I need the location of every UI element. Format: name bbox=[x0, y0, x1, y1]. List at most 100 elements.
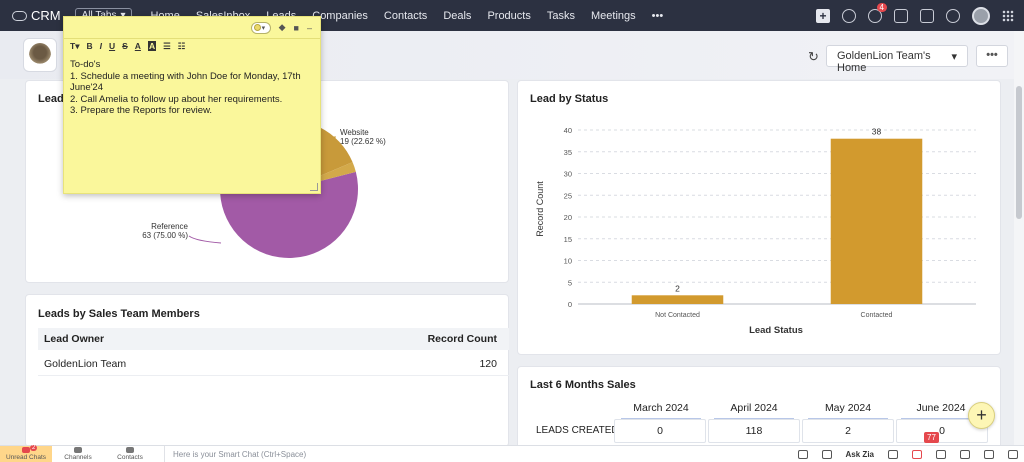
italic-button[interactable]: I bbox=[100, 41, 102, 51]
y-tick-label: 15 bbox=[564, 235, 572, 244]
last-6-months-title: Last 6 Months Sales bbox=[530, 379, 636, 391]
nav-link-meetings[interactable]: Meetings bbox=[583, 10, 644, 22]
bullet-list-button[interactable]: ☰ bbox=[163, 41, 171, 52]
zia-icon[interactable] bbox=[936, 450, 946, 459]
nav-link-products[interactable]: Products bbox=[479, 10, 538, 22]
leads-created-label: LEADS CREATED bbox=[536, 425, 619, 436]
leads-by-sales-team-title: Leads by Sales Team Members bbox=[38, 308, 200, 320]
alarm-clock-icon[interactable] bbox=[960, 450, 970, 459]
chevron-down-icon: ▾ bbox=[261, 24, 266, 32]
add-widget-button[interactable]: + bbox=[968, 402, 995, 429]
highlight-button[interactable]: A bbox=[147, 41, 157, 51]
page-scrollbar[interactable] bbox=[1014, 31, 1024, 445]
screen-share-icon[interactable] bbox=[797, 450, 808, 459]
feedback-icon[interactable] bbox=[888, 450, 898, 459]
bar-value-label: 38 bbox=[872, 127, 882, 137]
column-header-record-count[interactable]: Record Count bbox=[428, 333, 497, 345]
x-tick-label: Contacted bbox=[861, 312, 893, 319]
numbered-list-button[interactable]: ☷ bbox=[178, 41, 186, 52]
note-item: 2. Call Amelia to follow up about her re… bbox=[70, 93, 283, 105]
sticky-note-body[interactable]: To-do's 1. Schedule a meeting with John … bbox=[64, 53, 320, 123]
home-view-select[interactable]: GoldenLion Team's Home ▾ bbox=[826, 45, 968, 74]
nav-more-button[interactable]: ••• bbox=[644, 10, 672, 22]
refresh-icon[interactable]: ↻ bbox=[808, 49, 819, 65]
nav-link-contacts[interactable]: Contacts bbox=[376, 10, 435, 22]
website-label: Website bbox=[340, 128, 369, 137]
tree-logo-icon bbox=[29, 43, 51, 67]
note-color-picker[interactable]: ▾ bbox=[250, 21, 271, 34]
brand-label: CRM bbox=[31, 8, 61, 23]
y-tick-label: 40 bbox=[564, 126, 572, 135]
record-count-cell: 120 bbox=[479, 357, 497, 370]
crm-logo-icon bbox=[12, 10, 27, 21]
y-tick-label: 0 bbox=[568, 300, 572, 309]
minimize-icon[interactable]: – bbox=[307, 23, 312, 33]
bottom-chat-bar: Unread Chats 2 Channels Contacts Here is… bbox=[0, 444, 1024, 462]
note-item: 1. Schedule a meeting with John Doe for … bbox=[70, 70, 301, 94]
ask-zia-button[interactable]: Ask Zia bbox=[846, 450, 874, 459]
pin-icon[interactable]: ◆ bbox=[279, 22, 286, 33]
x-tick-label: Not Contacted bbox=[655, 312, 700, 319]
search-icon[interactable] bbox=[842, 8, 856, 23]
org-logo bbox=[23, 38, 57, 72]
reference-label: Reference bbox=[151, 222, 188, 231]
table-row[interactable]: GoldenLion Team 120 bbox=[38, 352, 509, 376]
signals-icon[interactable] bbox=[912, 450, 922, 459]
contacts-button[interactable]: Contacts bbox=[104, 446, 156, 462]
unread-chats-button[interactable]: Unread Chats 2 bbox=[0, 444, 52, 462]
notification-bell-icon[interactable]: 4 bbox=[868, 2, 887, 23]
bar-contacted[interactable] bbox=[830, 138, 923, 304]
channels-label: Channels bbox=[64, 454, 92, 461]
nav-link-tasks[interactable]: Tasks bbox=[539, 10, 583, 22]
nav-link-deals[interactable]: Deals bbox=[435, 10, 479, 22]
signals-count-badge: 77 bbox=[924, 432, 939, 443]
smart-chat-input[interactable]: Here is your Smart Chat (Ctrl+Space) bbox=[164, 445, 764, 462]
home-view-label: GoldenLion Team's Home bbox=[837, 50, 931, 74]
y-tick-label: 10 bbox=[564, 257, 572, 266]
gear-icon[interactable] bbox=[946, 8, 960, 23]
user-avatar[interactable] bbox=[972, 6, 990, 25]
y-tick-label: 20 bbox=[564, 213, 572, 222]
website-value-label: 19 (22.62 %) bbox=[340, 137, 386, 146]
bar-not-contacted[interactable] bbox=[631, 295, 724, 304]
column-header-lead-owner[interactable]: Lead Owner bbox=[44, 333, 104, 345]
scrollbar-thumb[interactable] bbox=[1016, 86, 1022, 219]
nav-right-tools: + 4 bbox=[816, 0, 1014, 31]
y-tick-label: 30 bbox=[564, 170, 572, 179]
note-heading: To-do's bbox=[70, 59, 101, 70]
table-header: Lead Owner Record Count bbox=[38, 328, 509, 350]
y-tick-label: 25 bbox=[564, 191, 572, 200]
x-axis-label: Lead Status bbox=[749, 325, 803, 336]
announcement-icon[interactable] bbox=[821, 450, 832, 459]
sales-value-cell[interactable]: 0 bbox=[614, 419, 706, 443]
create-plus-icon[interactable]: + bbox=[816, 8, 830, 23]
chat-icon bbox=[22, 447, 30, 453]
note-item: 3. Prepare the Reports for review. bbox=[70, 105, 213, 116]
leads-by-sales-team-card: Leads by Sales Team Members Lead Owner R… bbox=[25, 294, 509, 447]
notes-icon[interactable] bbox=[1008, 450, 1018, 459]
apps-grid-icon[interactable] bbox=[1002, 9, 1014, 22]
resize-handle-icon[interactable] bbox=[310, 183, 318, 191]
sales-value-cell[interactable]: 2 bbox=[802, 419, 894, 443]
note-format-toolbar: T▾ B I U S A A ☰ ☷ bbox=[64, 39, 320, 53]
sales-value-cell[interactable]: 118 bbox=[708, 419, 800, 443]
strikethrough-button[interactable]: S bbox=[122, 41, 128, 51]
lead-by-status-card: Lead by Status 0 5 10 15 20 25 30 35 40 2 38 Not … bbox=[517, 80, 1001, 355]
bold-button[interactable]: B bbox=[86, 41, 92, 51]
contacts-label: Contacts bbox=[117, 454, 143, 461]
calendar-icon[interactable] bbox=[894, 8, 908, 23]
header-more-button[interactable]: ••• bbox=[976, 45, 1008, 67]
delete-icon[interactable]: ■ bbox=[294, 23, 299, 33]
crm-brand[interactable]: CRM bbox=[12, 8, 61, 23]
font-size-button[interactable]: T▾ bbox=[70, 41, 79, 52]
month-header: May 2024 bbox=[808, 402, 888, 420]
marketplace-icon[interactable] bbox=[920, 8, 934, 23]
history-icon[interactable] bbox=[984, 450, 994, 459]
bottom-bar-tools: Ask Zia bbox=[797, 446, 1018, 462]
sticky-note-header: ▾ ◆ ■ – bbox=[64, 17, 320, 39]
underline-button[interactable]: U bbox=[109, 41, 115, 51]
chevron-down-icon: ▾ bbox=[951, 51, 957, 63]
sticky-note[interactable]: ▾ ◆ ■ – T▾ B I U S A A ☰ ☷ To-do's 1. Sc… bbox=[63, 16, 321, 194]
channels-button[interactable]: Channels bbox=[52, 446, 104, 462]
text-color-button[interactable]: A bbox=[135, 41, 141, 51]
